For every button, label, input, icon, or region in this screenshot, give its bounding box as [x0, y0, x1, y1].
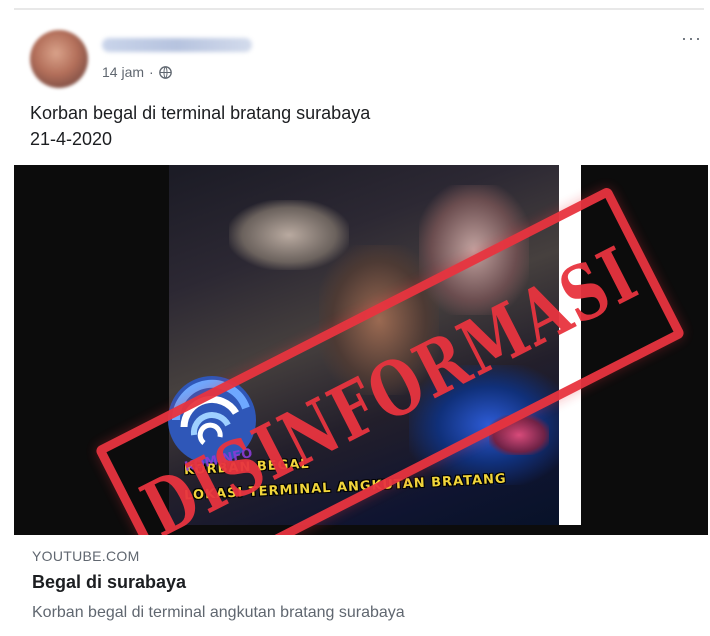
- post-text-line2: 21-4-2020: [30, 129, 113, 149]
- link-title[interactable]: Begal di surabaya: [32, 572, 186, 593]
- link-domain: YOUTUBE.COM: [32, 548, 140, 564]
- post-text: Korban begal di terminal bratang surabay…: [30, 100, 370, 152]
- author-name-blurred[interactable]: [102, 38, 252, 52]
- more-options-button[interactable]: ···: [681, 28, 702, 49]
- link-description: Korban begal di terminal angkutan bratan…: [32, 604, 405, 621]
- globe-icon: [158, 65, 172, 79]
- post-timestamp[interactable]: 14 jam: [102, 64, 144, 80]
- post-text-line1: Korban begal di terminal bratang surabay…: [30, 103, 371, 123]
- post-meta: 14 jam ·: [102, 64, 172, 80]
- meta-separator: ·: [149, 64, 154, 80]
- avatar[interactable]: [30, 30, 88, 88]
